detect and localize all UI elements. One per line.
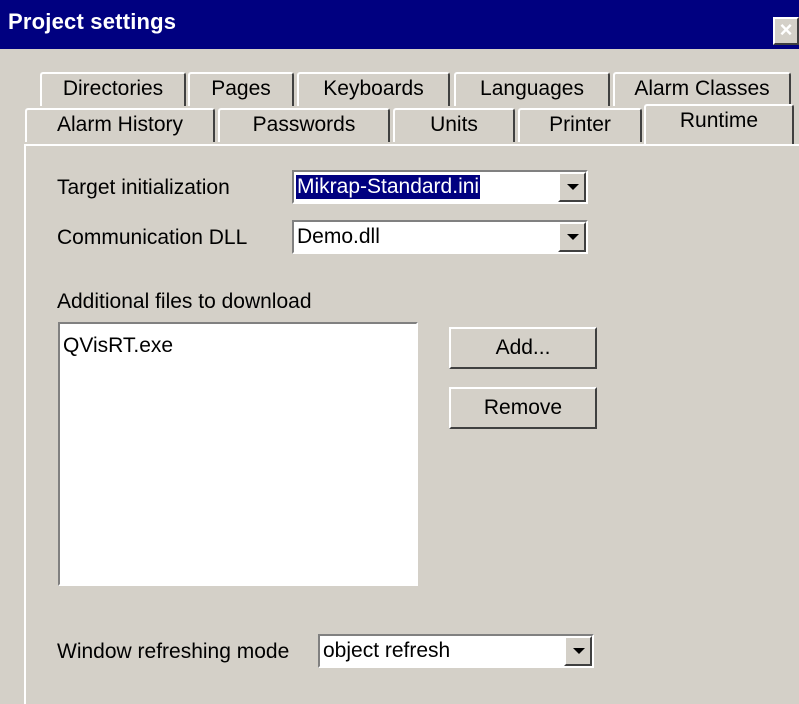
tab-passwords[interactable]: Passwords (218, 108, 390, 142)
list-item[interactable]: QVisRT.exe (63, 334, 173, 358)
tab-runtime[interactable]: Runtime (644, 104, 794, 144)
tab-directories[interactable]: Directories (40, 72, 186, 106)
communication-dll-dropdown-button[interactable] (558, 222, 586, 252)
dropdown-arrow-icon (573, 648, 585, 654)
additional-files-label: Additional files to download (57, 290, 312, 313)
window-title: Project settings (8, 9, 177, 34)
additional-files-list[interactable]: QVisRT.exe (58, 322, 418, 586)
close-icon: × (779, 17, 793, 42)
target-initialization-dropdown-button[interactable] (558, 172, 586, 202)
close-button[interactable]: × (773, 17, 799, 45)
window-refreshing-mode-label: Window refreshing mode (57, 640, 290, 663)
window-refreshing-mode-select[interactable]: object refresh (318, 634, 594, 668)
communication-dll-value: Demo.dll (297, 225, 380, 248)
window-refreshing-mode-dropdown-button[interactable] (564, 636, 592, 666)
add-button[interactable]: Add... (449, 327, 597, 369)
target-initialization-label: Target initialization (57, 176, 230, 199)
tab-alarm-history[interactable]: Alarm History (25, 108, 215, 142)
tab-pages[interactable]: Pages (188, 72, 294, 106)
communication-dll-label: Communication DLL (57, 226, 248, 249)
window-refreshing-mode-value: object refresh (323, 639, 451, 662)
dropdown-arrow-icon (567, 184, 579, 190)
target-initialization-value: Mikrap-Standard.ini (296, 175, 481, 199)
dropdown-arrow-icon (567, 234, 579, 240)
communication-dll-select[interactable]: Demo.dll (292, 220, 588, 254)
target-initialization-select[interactable]: Mikrap-Standard.ini (292, 170, 588, 204)
remove-button[interactable]: Remove (449, 387, 597, 429)
tab-alarm-classes[interactable]: Alarm Classes (613, 72, 791, 106)
tab-languages[interactable]: Languages (454, 72, 610, 106)
title-bar: Project settings × (0, 0, 799, 49)
tab-printer[interactable]: Printer (518, 108, 642, 142)
tab-keyboards[interactable]: Keyboards (297, 72, 450, 106)
tab-units[interactable]: Units (393, 108, 515, 142)
